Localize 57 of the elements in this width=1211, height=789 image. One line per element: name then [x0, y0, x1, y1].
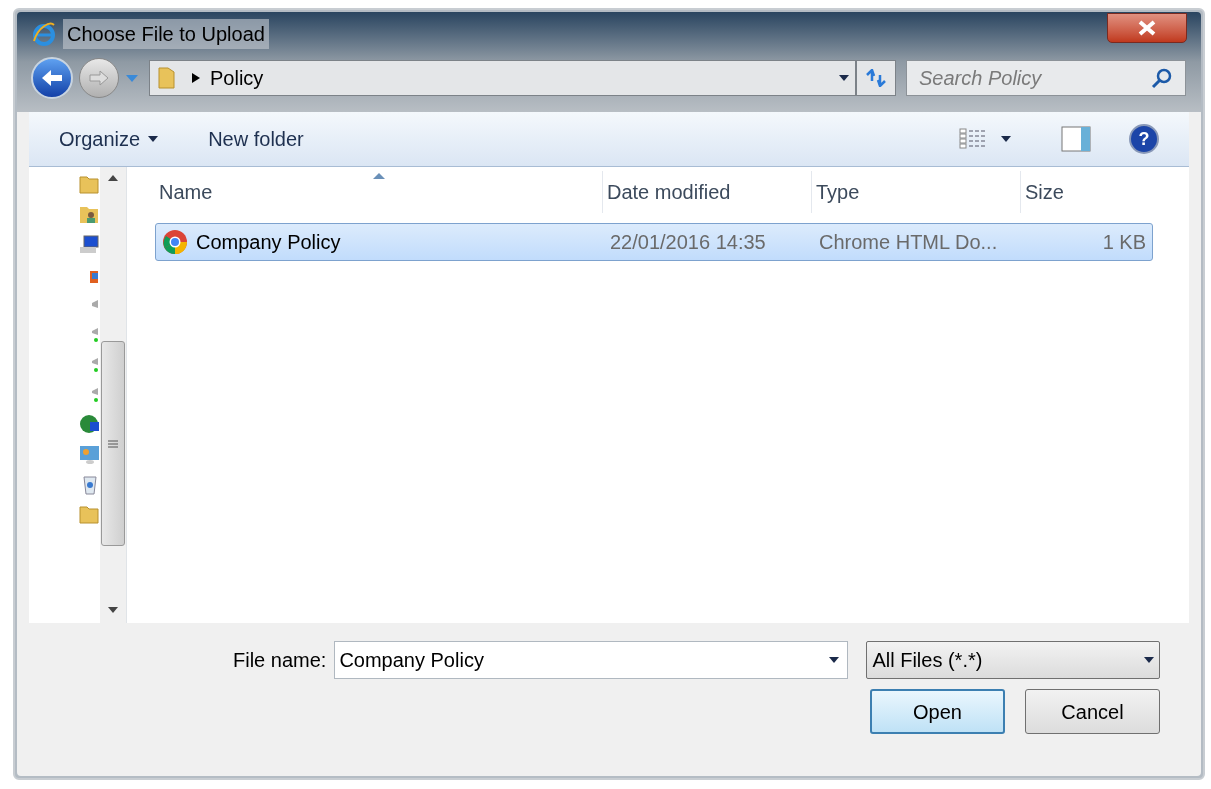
- folder-icon: [156, 66, 178, 90]
- back-arrow-icon: [40, 68, 64, 88]
- computer-icon[interactable]: [78, 233, 101, 255]
- preview-pane-button[interactable]: [1061, 126, 1091, 152]
- address-bar[interactable]: Policy: [149, 60, 856, 96]
- preview-pane-icon: [1061, 126, 1091, 152]
- folder-icon[interactable]: [78, 173, 101, 195]
- file-name: Company Policy: [196, 230, 341, 255]
- caret-icon: [148, 136, 159, 142]
- folder-icon[interactable]: [78, 503, 101, 525]
- file-type-dropdown[interactable]: All Files (*.*): [866, 641, 1161, 679]
- file-name-label: File name:: [233, 648, 327, 673]
- sort-arrow-icon: [372, 173, 385, 179]
- view-options-button[interactable]: [959, 127, 1011, 151]
- help-button[interactable]: ?: [1129, 124, 1159, 154]
- column-header[interactable]: Date modified: [603, 171, 812, 213]
- file-name-input: Company Policy: [339, 645, 830, 675]
- type-cell-text: Chrome HTML Do...: [818, 230, 999, 255]
- close-icon: [1137, 20, 1157, 36]
- scrollbar-thumb[interactable]: [101, 341, 126, 546]
- refresh-button[interactable]: [856, 60, 896, 96]
- file-row[interactable]: Company Policy 22/01/2016 14:35 Chrome HTML Do... 1 KB: [155, 223, 1153, 261]
- search-icon: [1151, 67, 1173, 89]
- open-button[interactable]: Open: [870, 689, 1005, 734]
- column-header[interactable]: Size: [1021, 171, 1161, 213]
- browser-logo-icon: [31, 21, 57, 47]
- scrollbar[interactable]: [100, 167, 126, 623]
- scroll-down-icon: [108, 607, 119, 613]
- breadcrumb-arrow-icon: [192, 73, 200, 83]
- column-header[interactable]: Type: [812, 171, 1021, 213]
- breadcrumb-item[interactable]: Policy: [210, 63, 264, 93]
- caret-icon: [839, 75, 849, 81]
- column-header[interactable]: Name: [155, 171, 603, 213]
- back-button[interactable]: [31, 57, 73, 99]
- chrome-document-icon: [162, 229, 188, 255]
- caret-icon: [1144, 657, 1155, 663]
- close-button[interactable]: [1107, 13, 1187, 43]
- grip-icon: [108, 438, 119, 449]
- caret-icon: [126, 74, 138, 82]
- search-input: Search Policy: [919, 63, 1151, 93]
- network-icon[interactable]: [78, 413, 101, 435]
- size-cell-text: 1 KB: [1101, 230, 1147, 255]
- cancel-button[interactable]: Cancel: [1025, 689, 1160, 734]
- refresh-icon: [865, 69, 887, 87]
- search-field[interactable]: Search Policy: [906, 60, 1186, 96]
- scroll-up-icon: [108, 175, 119, 181]
- organize-menu[interactable]: Organize: [59, 124, 159, 154]
- file-name-field[interactable]: Company Policy: [334, 641, 849, 679]
- forward-arrow-icon: [88, 69, 110, 87]
- caret-icon: [1001, 136, 1011, 142]
- control-panel-icon[interactable]: [78, 443, 101, 465]
- caret-icon: [829, 657, 840, 663]
- date-cell-text: 22/01/2016 14:35: [609, 230, 767, 255]
- new-folder-button[interactable]: New folder: [208, 124, 304, 154]
- window-title: Choose File to Upload: [63, 19, 269, 49]
- details-view-icon: [959, 127, 987, 151]
- forward-button[interactable]: [79, 58, 119, 98]
